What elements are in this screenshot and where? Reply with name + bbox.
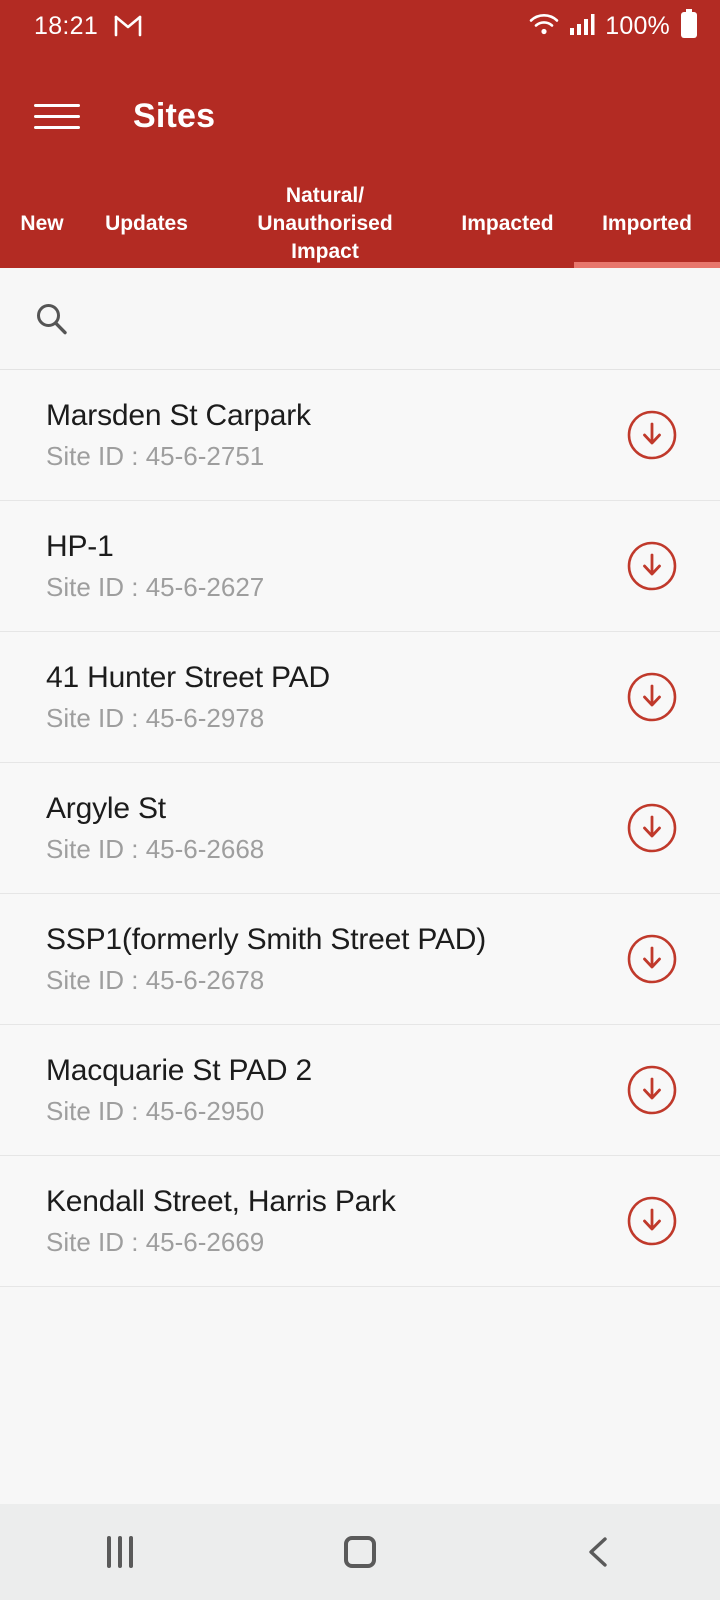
wifi-icon <box>529 12 559 41</box>
site-name: Argyle St <box>46 791 166 825</box>
cellular-signal-icon <box>569 12 595 41</box>
site-row-texts: HP-1 Site ID : 45-6-2627 <box>46 529 626 603</box>
tab-impacted-label: Impacted <box>461 212 554 236</box>
site-name: 41 Hunter Street PAD <box>46 660 330 694</box>
site-row-texts: SSP1(formerly Smith Street PAD) Site ID … <box>46 922 626 996</box>
tab-bar: New Updates Natural/ Unauthorised Impact… <box>0 152 720 268</box>
status-bar-right: 100% <box>529 8 698 44</box>
tab-updates-indicator <box>84 262 209 268</box>
page-title: Sites <box>133 96 216 135</box>
download-circle-icon[interactable] <box>626 1195 678 1247</box>
system-navigation-bar <box>0 1504 720 1600</box>
site-id: Site ID : 45-6-2669 <box>46 1227 265 1258</box>
site-row-texts: Marsden St Carpark Site ID : 45-6-2751 <box>46 398 626 472</box>
battery-full-icon <box>680 8 698 44</box>
site-row-texts: Macquarie St PAD 2 Site ID : 45-6-2950 <box>46 1053 626 1127</box>
tab-imported-label: Imported <box>602 212 692 236</box>
site-id: Site ID : 45-6-2751 <box>46 441 265 472</box>
site-id: Site ID : 45-6-2950 <box>46 1096 265 1127</box>
download-circle-icon[interactable] <box>626 933 678 985</box>
tab-impacted-indicator <box>441 262 574 268</box>
recents-button[interactable] <box>60 1504 180 1600</box>
app-bar: Sites New Updates Natural/ Unauthorised … <box>0 52 720 268</box>
table-row[interactable]: Macquarie St PAD 2 Site ID : 45-6-2950 <box>0 1025 720 1156</box>
status-time: 18:21 <box>34 11 99 40</box>
tab-imported-indicator <box>574 262 720 268</box>
tab-natural-unauthorised-impact[interactable]: Natural/ Unauthorised Impact <box>209 180 441 268</box>
site-row-texts: 41 Hunter Street PAD Site ID : 45-6-2978 <box>46 660 626 734</box>
download-circle-icon[interactable] <box>626 802 678 854</box>
search-icon <box>34 302 68 336</box>
download-circle-icon[interactable] <box>626 540 678 592</box>
table-row[interactable]: HP-1 Site ID : 45-6-2627 <box>0 501 720 632</box>
list-empty-area <box>0 1287 720 1504</box>
site-row-texts: Argyle St Site ID : 45-6-2668 <box>46 791 626 865</box>
table-row[interactable]: SSP1(formerly Smith Street PAD) Site ID … <box>0 894 720 1025</box>
tab-updates[interactable]: Updates <box>84 180 209 268</box>
tab-new-label: New <box>20 212 64 236</box>
home-button[interactable] <box>300 1504 420 1600</box>
status-bar-left: 18:21 <box>34 12 142 41</box>
app-screen: 18:21 100% Sites New Updates Natural/ Un… <box>0 0 720 1600</box>
site-id: Site ID : 45-6-2978 <box>46 703 265 734</box>
sites-list: Marsden St Carpark Site ID : 45-6-2751 H… <box>0 370 720 1504</box>
site-id: Site ID : 45-6-2668 <box>46 834 265 865</box>
site-id: Site ID : 45-6-2627 <box>46 572 265 603</box>
tab-natural-unauthorised-impact-indicator <box>209 262 441 268</box>
site-row-texts: Kendall Street, Harris Park Site ID : 45… <box>46 1184 626 1258</box>
site-id: Site ID : 45-6-2678 <box>46 965 265 996</box>
table-row[interactable]: Kendall Street, Harris Park Site ID : 45… <box>0 1156 720 1287</box>
gmail-icon <box>114 15 142 37</box>
app-bar-top: Sites <box>0 80 720 152</box>
tab-new[interactable]: New <box>0 180 84 268</box>
tab-updates-label: Updates <box>105 212 188 236</box>
site-name: Marsden St Carpark <box>46 398 311 432</box>
tab-impacted[interactable]: Impacted <box>441 180 574 268</box>
recents-icon <box>107 1536 133 1568</box>
tab-new-indicator <box>0 262 84 268</box>
site-name: HP-1 <box>46 529 114 563</box>
tab-imported[interactable]: Imported <box>574 180 720 268</box>
search-input[interactable] <box>90 303 686 334</box>
battery-percent-label: 100% <box>605 11 670 40</box>
search-bar[interactable] <box>0 268 720 370</box>
table-row[interactable]: 41 Hunter Street PAD Site ID : 45-6-2978 <box>0 632 720 763</box>
hamburger-menu-icon[interactable] <box>34 98 80 134</box>
table-row[interactable]: Argyle St Site ID : 45-6-2668 <box>0 763 720 894</box>
status-bar: 18:21 100% <box>0 0 720 52</box>
download-circle-icon[interactable] <box>626 671 678 723</box>
back-icon <box>589 1537 607 1567</box>
site-name: SSP1(formerly Smith Street PAD) <box>46 922 487 956</box>
table-row[interactable]: Marsden St Carpark Site ID : 45-6-2751 <box>0 370 720 501</box>
site-name: Kendall Street, Harris Park <box>46 1184 396 1218</box>
home-icon <box>344 1536 376 1568</box>
download-circle-icon[interactable] <box>626 1064 678 1116</box>
back-button[interactable] <box>540 1504 660 1600</box>
site-name: Macquarie St PAD 2 <box>46 1053 312 1087</box>
download-circle-icon[interactable] <box>626 409 678 461</box>
tab-natural-unauthorised-impact-label: Natural/ Unauthorised Impact <box>257 184 393 263</box>
